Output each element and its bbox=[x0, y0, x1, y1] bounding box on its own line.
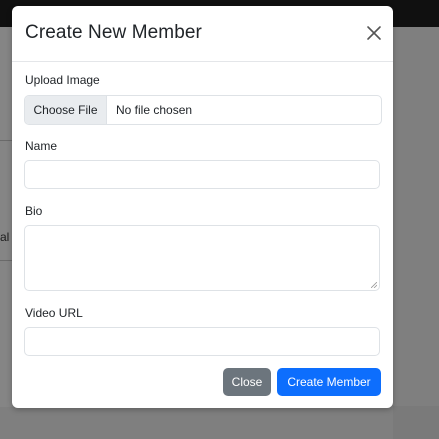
background-partial-text: al bbox=[0, 230, 10, 244]
create-member-button[interactable]: Create Member bbox=[277, 368, 381, 396]
bio-textarea[interactable] bbox=[24, 225, 380, 291]
bio-label: Bio bbox=[25, 204, 43, 218]
modal-title: Create New Member bbox=[25, 22, 202, 43]
image-file-input[interactable]: Choose File No file chosen bbox=[24, 95, 382, 125]
background-strip bbox=[393, 406, 439, 439]
close-icon[interactable] bbox=[364, 23, 384, 43]
video-url-input[interactable] bbox=[24, 327, 380, 356]
close-button[interactable]: Close bbox=[223, 368, 271, 396]
name-input[interactable] bbox=[24, 160, 380, 189]
resize-grip-icon[interactable] bbox=[371, 282, 377, 288]
choose-file-button[interactable]: Choose File bbox=[25, 96, 107, 124]
upload-image-label: Upload Image bbox=[25, 73, 100, 87]
name-label: Name bbox=[25, 139, 58, 153]
modal-header: Create New Member bbox=[12, 6, 393, 62]
file-status-text: No file chosen bbox=[116, 103, 193, 117]
video-url-label: Video URL bbox=[25, 306, 83, 320]
create-member-modal: Create New Member Upload Image Choose Fi… bbox=[12, 6, 393, 408]
